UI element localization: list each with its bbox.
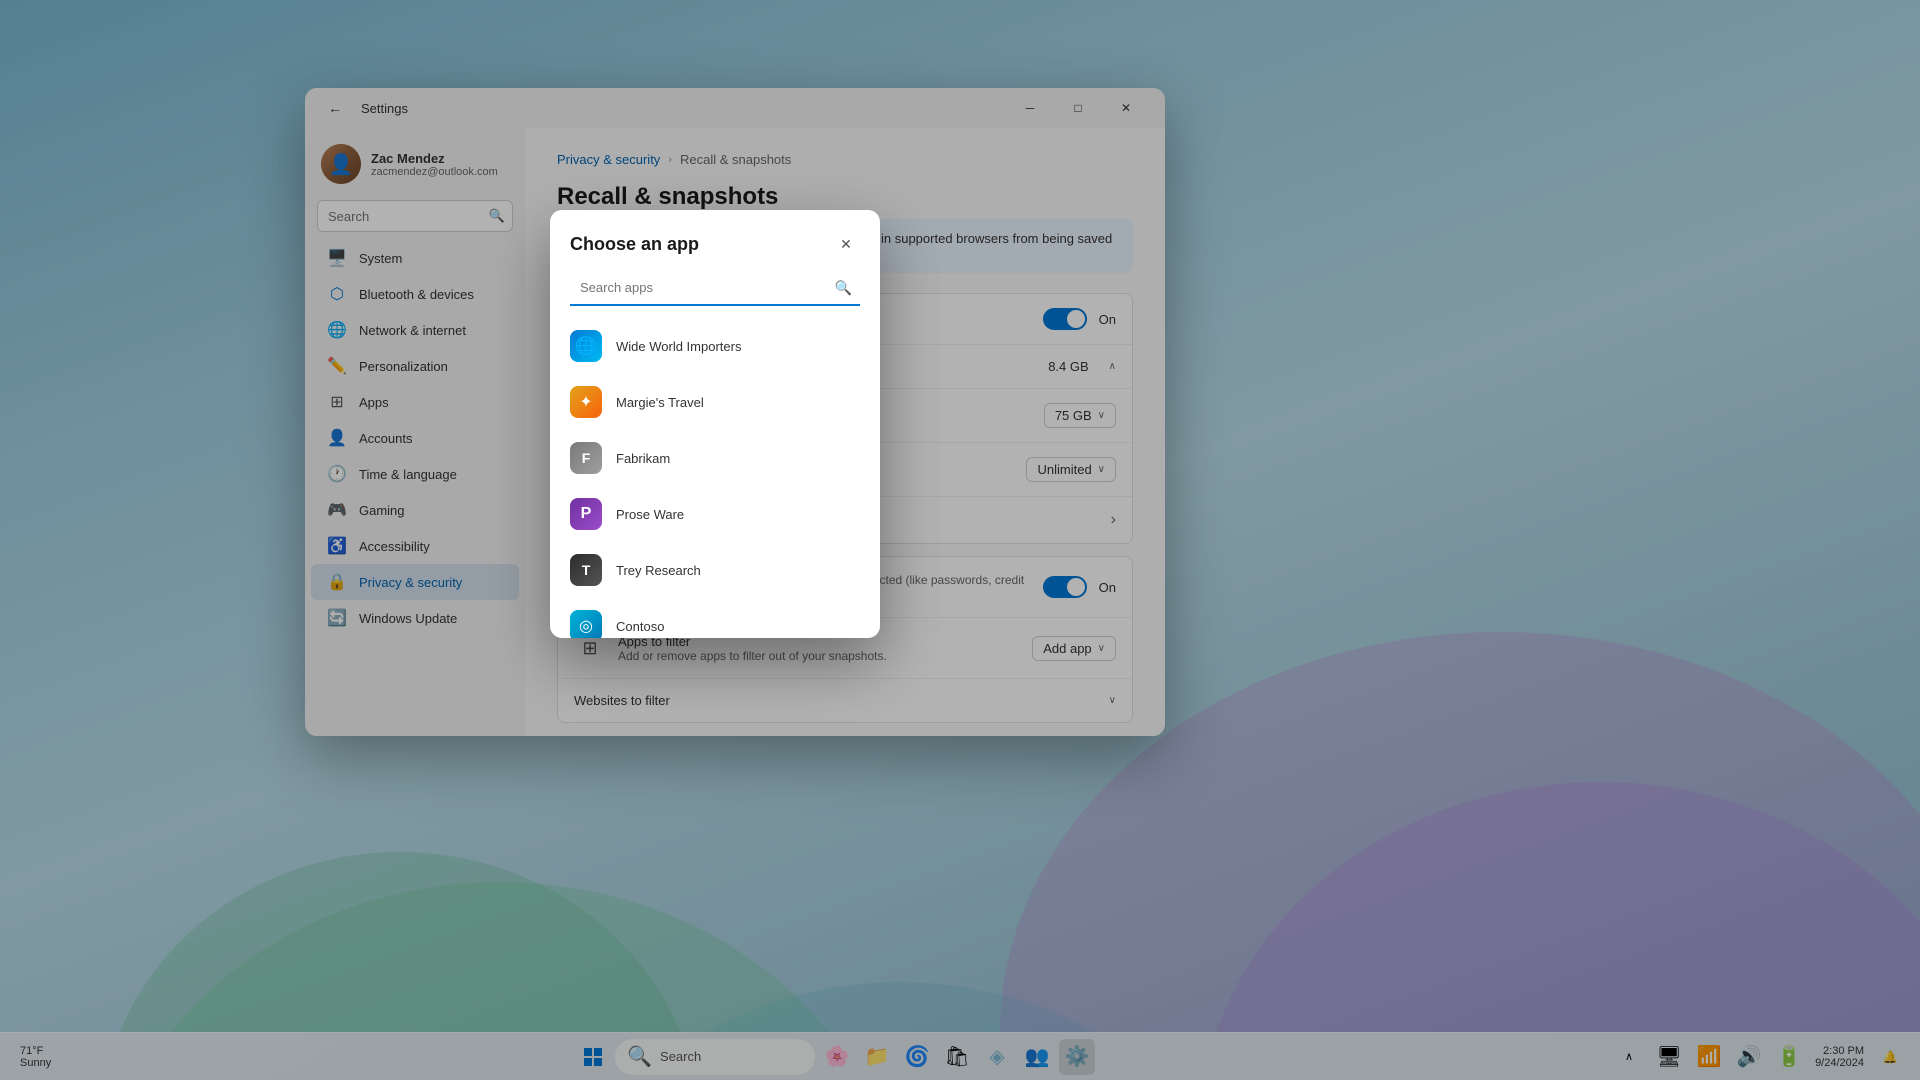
- app-item-contoso[interactable]: ◎ Contoso: [550, 598, 880, 638]
- dialog-search: 🔍: [570, 270, 860, 306]
- app-item-prose-ware[interactable]: P Prose Ware: [550, 486, 880, 542]
- app-item-wide-world[interactable]: 🌐 Wide World Importers: [550, 318, 880, 374]
- app-name-fabrikam: Fabrikam: [616, 451, 670, 466]
- app-item-margies-travel[interactable]: ✦ Margie's Travel: [550, 374, 880, 430]
- dialog-close-button[interactable]: ✕: [832, 230, 860, 258]
- fabrikam-icon: F: [570, 442, 602, 474]
- modal-overlay[interactable]: Choose an app ✕ 🔍 🌐 Wide World Importers: [0, 0, 1920, 1080]
- dialog-search-input[interactable]: [570, 270, 860, 306]
- dialog-title: Choose an app: [570, 234, 699, 255]
- dialog-app-list: 🌐 Wide World Importers ✦ Margie's Travel…: [550, 318, 880, 638]
- contoso-icon: ◎: [570, 610, 602, 638]
- dialog-search-icon: 🔍: [835, 280, 852, 297]
- app-name-prose-ware: Prose Ware: [616, 507, 684, 522]
- app-name-trey-research: Trey Research: [616, 563, 701, 578]
- margies-travel-icon: ✦: [570, 386, 602, 418]
- wide-world-icon: 🌐: [570, 330, 602, 362]
- app-item-fabrikam[interactable]: F Fabrikam: [550, 430, 880, 486]
- dialog-header: Choose an app ✕: [550, 210, 880, 270]
- choose-app-dialog: Choose an app ✕ 🔍 🌐 Wide World Importers: [550, 210, 880, 638]
- app-name-contoso: Contoso: [616, 619, 664, 634]
- app-name-margies-travel: Margie's Travel: [616, 395, 704, 410]
- prose-ware-icon: P: [570, 498, 602, 530]
- app-item-trey-research[interactable]: T Trey Research: [550, 542, 880, 598]
- dialog-close-icon: ✕: [840, 236, 852, 253]
- app-name-wide-world: Wide World Importers: [616, 339, 741, 354]
- trey-research-icon: T: [570, 554, 602, 586]
